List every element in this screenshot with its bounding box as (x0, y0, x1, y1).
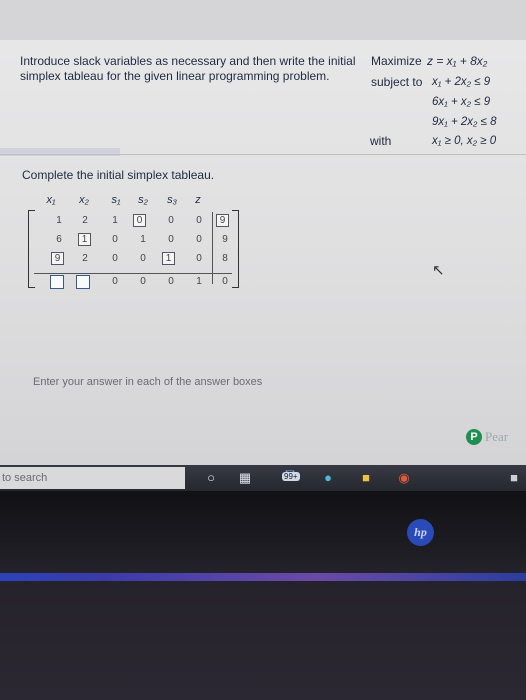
tableau-left-bracket (28, 210, 35, 288)
cell-r4-c4: 0 (140, 276, 146, 287)
tray-icon[interactable]: ■ (506, 470, 522, 486)
hp-logo-icon: hp (407, 519, 434, 546)
cell-r4-c6: 1 (196, 276, 202, 287)
cell-r1-c6: 0 (196, 215, 202, 226)
answer-box-r4-c1[interactable] (50, 275, 64, 289)
header-x2: x₂ (79, 194, 89, 206)
cell-r1-c1: 1 (56, 215, 62, 226)
simplex-tableau: x₁ x₂ s₁ s₂ s₃ z 1 2 1 0 0 0 9 6 1 0 1 0… (28, 190, 248, 292)
problem-prompt: Introduce slack variables as necessary a… (20, 54, 356, 83)
cell-r2-c4: 1 (140, 234, 146, 245)
constraint-1: x₁ + 2x₂ ≤ 9 (432, 76, 491, 88)
cell-r2-c6: 0 (196, 234, 202, 245)
cortana-icon[interactable]: ○ (203, 470, 219, 486)
cell-r1-c3: 1 (112, 215, 118, 226)
answer-box-r1-rhs[interactable]: 9 (216, 214, 229, 227)
pearson-brand[interactable]: P Pear (466, 428, 508, 446)
cell-r4-c3: 0 (112, 276, 118, 287)
brand-text: Pear (485, 429, 509, 444)
cell-r4-rhs: 0 (222, 276, 228, 287)
objective-row-separator (34, 273, 232, 274)
cell-r3-c6: 0 (196, 253, 202, 264)
header-s3: s₃ (167, 194, 177, 206)
cell-r4-c5: 0 (168, 276, 174, 287)
answer-box-r3-c5[interactable]: 1 (162, 252, 175, 265)
chrome-browser-icon[interactable]: ◉ (396, 470, 412, 486)
edge-browser-icon[interactable]: ● (320, 470, 336, 486)
objective-function: z = x₁ + 8x₂ (427, 54, 488, 68)
cell-r3-c3: 0 (112, 253, 118, 264)
laptop-bezel (0, 491, 526, 700)
cell-r3-rhs: 8 (222, 253, 228, 264)
answer-hint: Enter your answer in each of the answer … (33, 376, 263, 388)
answer-box-r3-c1[interactable]: 9 (51, 252, 64, 265)
header-x1: x₁ (46, 194, 56, 206)
cell-r3-c4: 0 (140, 253, 146, 264)
windows-taskbar: to search ○ ▦ ✉ 99+ ● ■ ◉ ■ (0, 465, 526, 491)
header-z: z (195, 194, 201, 206)
constraint-2: 6x₁ + x₂ ≤ 9 (432, 96, 491, 108)
cell-r2-c3: 0 (112, 234, 118, 245)
notification-badge: 99+ (282, 472, 300, 481)
task-view-icon[interactable]: ▦ (237, 470, 253, 486)
cell-r2-rhs: 9 (222, 234, 228, 245)
header-band (0, 0, 526, 40)
section-divider (0, 154, 526, 155)
taskbar-search-input[interactable]: to search (0, 467, 185, 489)
maximize-label: Maximize (371, 54, 422, 68)
cell-r2-c5: 0 (168, 234, 174, 245)
app-screen: Introduce slack variables as necessary a… (0, 0, 526, 465)
pearson-logo-icon: P (466, 429, 482, 445)
mouse-cursor-icon: ↖ (432, 262, 445, 279)
subject-to-label: subject to (371, 75, 423, 89)
search-placeholder: to search (2, 472, 48, 484)
file-explorer-icon[interactable]: ■ (358, 470, 374, 486)
constraint-3: 9x₁ + 2x₂ ≤ 8 (432, 116, 497, 128)
cell-r1-c5: 0 (168, 215, 174, 226)
tableau-instruction: Complete the initial simplex tableau. (22, 168, 215, 182)
nonnegativity-constraint: x₁ ≥ 0, x₂ ≥ 0 (432, 135, 497, 147)
answer-box-r4-c2[interactable] (76, 275, 90, 289)
with-label: with (370, 134, 392, 148)
header-s1: s₁ (111, 194, 121, 206)
cell-r2-c1: 6 (56, 234, 62, 245)
cell-r3-c2: 2 (82, 253, 88, 264)
tableau-right-bracket (232, 210, 239, 288)
cell-r1-c2: 2 (82, 215, 88, 226)
keyboard-backlight-glow (0, 573, 526, 581)
header-s2: s₂ (138, 194, 148, 206)
answer-box-r2-c2[interactable]: 1 (78, 233, 91, 246)
answer-box-r1-c4[interactable]: 0 (133, 214, 146, 227)
